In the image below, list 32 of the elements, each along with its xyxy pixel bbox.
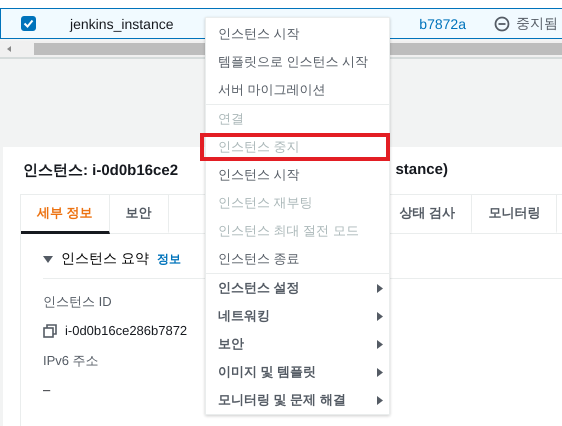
menu-item[interactable]: 보안 [206,330,389,358]
field-label: IPv6 주소 [43,352,99,370]
menu-item[interactable]: 인스턴스 종료 [206,245,389,273]
details-title: 인스턴스: i-0d0b16ce2 [23,161,178,180]
submenu-arrow-icon [377,312,383,320]
menu-item[interactable]: 서버 마이그레이션 [206,76,389,104]
instance-name: jenkins_instance [70,16,174,32]
menu-item[interactable]: 모니터링 및 문제 해결 [206,386,389,414]
menu-item[interactable]: 인스턴스 설정 [206,274,389,302]
submenu-arrow-icon [377,284,383,292]
menu-item[interactable]: 템플릿으로 인스턴스 시작 [206,48,389,76]
submenu-arrow-icon [377,340,383,348]
tab[interactable]: 모니터링 [472,194,558,234]
menu-item[interactable]: 인스턴스 시작 [206,161,389,189]
field-label: 인스턴스 ID [43,293,112,311]
details-title: stance) [395,161,448,180]
menu-item[interactable]: 인스턴스 시작 [206,20,389,48]
section-title: 인스턴스 요약 [61,250,149,268]
copy-icon[interactable] [43,324,57,338]
submenu-arrow-icon [377,368,383,376]
expand-caret-icon[interactable] [43,254,53,264]
field-value: i-0d0b16ce286b7872 [65,323,188,338]
menu-item[interactable]: 이미지 및 템플릿 [206,358,389,386]
stopped-icon [494,16,510,32]
submenu-arrow-icon [377,396,383,404]
instance-state: 중지됨 [516,14,558,32]
menu-item[interactable]: 네트워킹 [206,302,389,330]
row-checkbox[interactable] [21,16,36,31]
info-link[interactable]: 정보 [156,250,181,268]
instance-id-link[interactable]: b7872a [419,16,466,32]
tab[interactable]: 보안 [110,194,169,234]
field-value: – [43,382,50,397]
